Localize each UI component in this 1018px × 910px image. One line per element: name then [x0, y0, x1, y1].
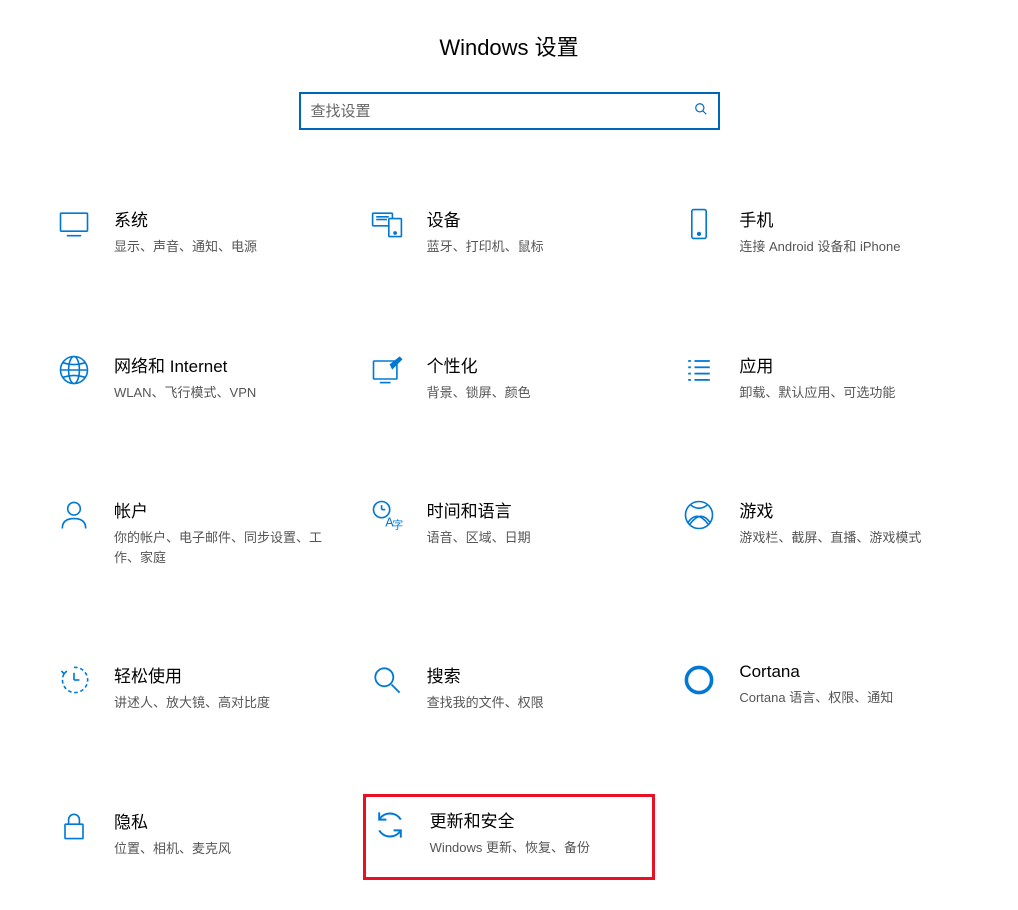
tile-title: 搜索	[427, 662, 652, 687]
tile-title: 轻松使用	[114, 662, 339, 687]
tile-text: 搜索 查找我的文件、权限	[427, 660, 652, 713]
tile-title: 设备	[427, 206, 652, 231]
tile-search[interactable]: 搜索 查找我的文件、权限	[363, 656, 656, 717]
person-icon	[54, 495, 94, 535]
tile-text: 应用 卸载、默认应用、可选功能	[739, 350, 964, 403]
tile-update-security[interactable]: 更新和安全 Windows 更新、恢复、备份	[363, 794, 656, 881]
tile-phone[interactable]: 手机 连接 Android 设备和 iPhone	[675, 200, 968, 261]
tile-desc: Windows 更新、恢复、备份	[430, 838, 649, 858]
tile-personalization[interactable]: 个性化 背景、锁屏、颜色	[363, 346, 656, 407]
tile-system[interactable]: 系统 显示、声音、通知、电源	[50, 200, 343, 261]
tile-desc: 语音、区域、日期	[427, 528, 652, 548]
tile-title: 帐户	[114, 497, 339, 522]
tile-title: 隐私	[114, 808, 339, 833]
tile-text: 更新和安全 Windows 更新、恢复、备份	[430, 805, 649, 858]
globe-icon	[54, 350, 94, 390]
tile-desc: Cortana 语言、权限、通知	[739, 688, 964, 708]
search-tile-icon	[367, 660, 407, 700]
tile-title: 时间和语言	[427, 497, 652, 522]
tile-text: 游戏 游戏栏、截屏、直播、游戏模式	[739, 495, 964, 548]
tile-desc: 显示、声音、通知、电源	[114, 237, 339, 257]
personalization-icon	[367, 350, 407, 390]
tile-apps[interactable]: 应用 卸载、默认应用、可选功能	[675, 346, 968, 407]
tile-time-language[interactable]: A 字 时间和语言 语音、区域、日期	[363, 491, 656, 571]
tile-text: 网络和 Internet WLAN、飞行模式、VPN	[114, 350, 339, 403]
tile-text: 隐私 位置、相机、麦克风	[114, 806, 339, 859]
tile-title: 系统	[114, 206, 339, 231]
page-title: Windows 设置	[40, 30, 978, 62]
tile-desc: 连接 Android 设备和 iPhone	[739, 237, 964, 257]
tile-text: 个性化 背景、锁屏、颜色	[427, 350, 652, 403]
phone-icon	[679, 204, 719, 244]
tile-desc: 游戏栏、截屏、直播、游戏模式	[739, 528, 964, 548]
tile-cortana[interactable]: Cortana Cortana 语言、权限、通知	[675, 656, 968, 717]
tile-text: 帐户 你的帐户、电子邮件、同步设置、工作、家庭	[114, 495, 339, 567]
tile-desc: 查找我的文件、权限	[427, 693, 652, 713]
cortana-icon	[679, 660, 719, 700]
tile-title: Cortana	[739, 662, 964, 682]
search-container	[40, 92, 978, 130]
tile-text: 手机 连接 Android 设备和 iPhone	[739, 204, 964, 257]
search-icon	[694, 102, 708, 121]
search-box[interactable]	[299, 92, 720, 130]
lock-icon	[54, 806, 94, 846]
tile-privacy[interactable]: 隐私 位置、相机、麦克风	[50, 802, 343, 881]
tile-text: Cortana Cortana 语言、权限、通知	[739, 660, 964, 708]
tile-desc: WLAN、飞行模式、VPN	[114, 383, 339, 403]
system-icon	[54, 204, 94, 244]
tile-text: 轻松使用 讲述人、放大镜、高对比度	[114, 660, 339, 713]
tile-ease-of-access[interactable]: 轻松使用 讲述人、放大镜、高对比度	[50, 656, 343, 717]
empty-cell	[675, 802, 968, 881]
tile-title: 更新和安全	[430, 807, 649, 832]
tile-accounts[interactable]: 帐户 你的帐户、电子邮件、同步设置、工作、家庭	[50, 491, 343, 571]
ease-icon	[54, 660, 94, 700]
tile-title: 应用	[739, 352, 964, 377]
tile-title: 个性化	[427, 352, 652, 377]
time-language-icon: A 字	[367, 495, 407, 535]
tile-text: 设备 蓝牙、打印机、鼠标	[427, 204, 652, 257]
devices-icon	[367, 204, 407, 244]
tile-desc: 蓝牙、打印机、鼠标	[427, 237, 652, 257]
tile-devices[interactable]: 设备 蓝牙、打印机、鼠标	[363, 200, 656, 261]
tile-desc: 背景、锁屏、颜色	[427, 383, 652, 403]
apps-icon	[679, 350, 719, 390]
tile-text: 时间和语言 语音、区域、日期	[427, 495, 652, 548]
tile-desc: 位置、相机、麦克风	[114, 839, 339, 859]
tile-title: 游戏	[739, 497, 964, 522]
tile-desc: 讲述人、放大镜、高对比度	[114, 693, 339, 713]
tile-desc: 卸载、默认应用、可选功能	[739, 383, 964, 403]
tile-title: 手机	[739, 206, 964, 231]
search-input[interactable]	[311, 103, 694, 120]
tile-network[interactable]: 网络和 Internet WLAN、飞行模式、VPN	[50, 346, 343, 407]
xbox-icon	[679, 495, 719, 535]
tile-title: 网络和 Internet	[114, 352, 339, 377]
tile-desc: 你的帐户、电子邮件、同步设置、工作、家庭	[114, 528, 339, 567]
svg-text:字: 字	[392, 519, 403, 532]
tile-text: 系统 显示、声音、通知、电源	[114, 204, 339, 257]
settings-grid: 系统 显示、声音、通知、电源 设备 蓝牙、打印机、鼠标	[40, 200, 978, 880]
update-icon	[370, 805, 410, 845]
tile-gaming[interactable]: 游戏 游戏栏、截屏、直播、游戏模式	[675, 491, 968, 571]
